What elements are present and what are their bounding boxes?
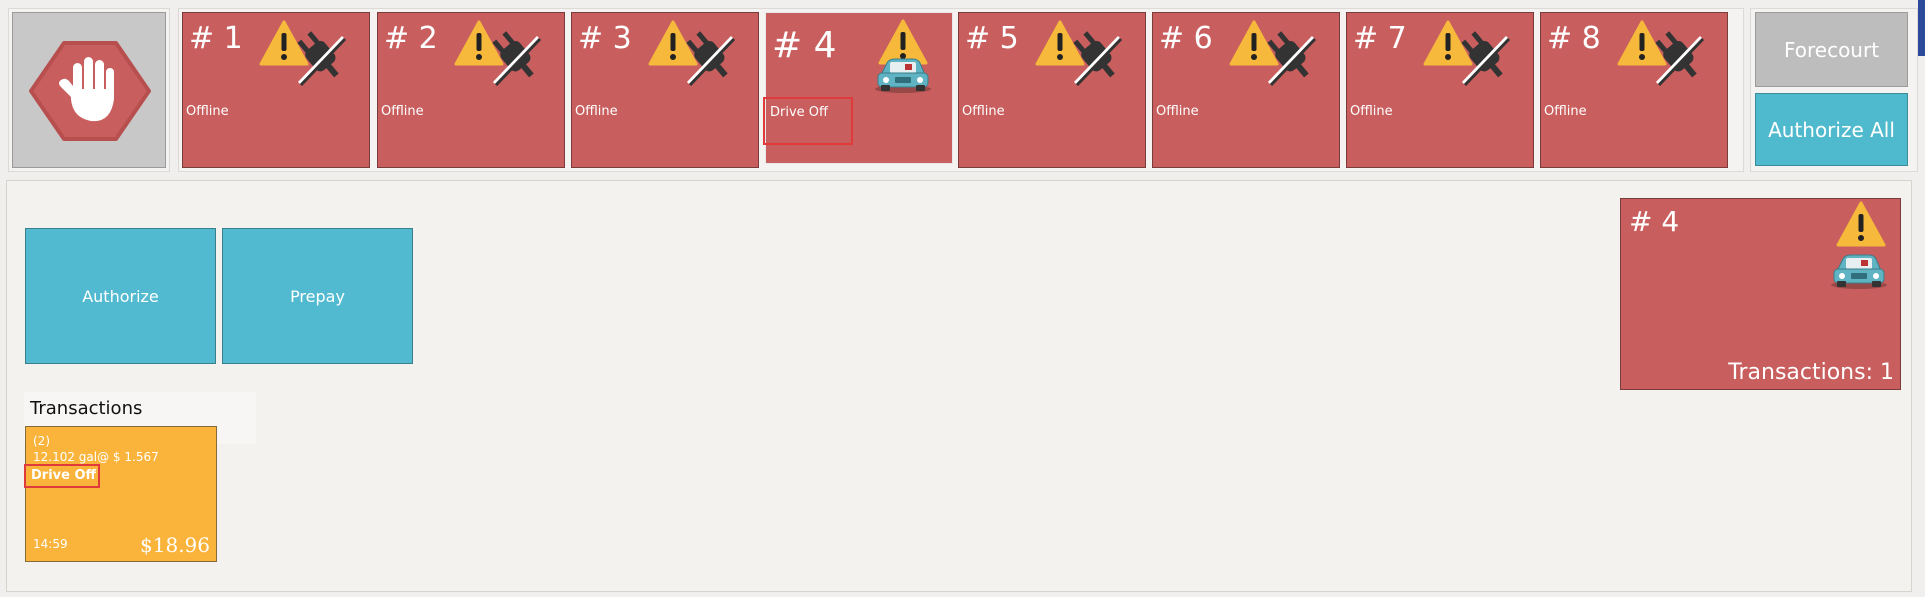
offline-warning-icon xyxy=(648,20,737,87)
pump-status: Offline xyxy=(1544,104,1587,119)
pump-status: Drive Off xyxy=(763,97,853,145)
pump-tile-4[interactable]: # 4 Drive Off xyxy=(763,12,953,164)
transaction-card[interactable]: (2) 12.102 gal@ $ 1.567 Drive Off 14:59 … xyxy=(24,426,217,562)
pump-number: # 4 xyxy=(772,25,837,66)
pump-tile-1[interactable]: # 1 Offline xyxy=(182,12,370,168)
pump-status: Offline xyxy=(1156,104,1199,119)
pump-tile-5[interactable]: # 5 Offline xyxy=(958,12,1146,168)
pump-tile-7[interactable]: # 7 Offline xyxy=(1346,12,1534,168)
transaction-status: Drive Off xyxy=(24,464,100,488)
pump-status: Offline xyxy=(381,104,424,119)
pump-status: Offline xyxy=(186,104,229,119)
pump-tile-3[interactable]: # 3 Offline xyxy=(571,12,759,168)
car-warning-icon xyxy=(1830,201,1888,290)
pump-number: # 3 xyxy=(578,21,632,56)
transaction-amount: $18.96 xyxy=(140,533,210,557)
pump-number: # 7 xyxy=(1353,21,1407,56)
offline-warning-icon xyxy=(1617,20,1706,87)
selected-pump-transactions: Transactions: 1 xyxy=(1728,360,1894,385)
pump-tile-2[interactable]: # 2 Offline xyxy=(377,12,565,168)
offline-warning-icon xyxy=(1229,20,1318,87)
window-edge xyxy=(1918,0,1925,56)
pump-status: Offline xyxy=(962,104,1005,119)
stop-hand-icon xyxy=(29,41,151,141)
forecourt-button[interactable]: Forecourt xyxy=(1755,12,1908,87)
pump-number: # 8 xyxy=(1547,21,1601,56)
pump-tile-6[interactable]: # 6 Offline xyxy=(1152,12,1340,168)
offline-warning-icon xyxy=(1423,20,1512,87)
transaction-time: 14:59 xyxy=(33,537,68,551)
offline-warning-icon xyxy=(1035,20,1124,87)
pump-status: Offline xyxy=(1350,104,1393,119)
pump-number: # 5 xyxy=(965,21,1019,56)
pump-status: Offline xyxy=(575,104,618,119)
pump-tile-8[interactable]: # 8 Offline xyxy=(1540,12,1728,168)
transaction-volume: 12.102 gal@ $ 1.567 xyxy=(33,450,159,464)
selected-pump-tile[interactable]: # 4 Transactions: 1 xyxy=(1620,198,1901,390)
selected-pump-number: # 4 xyxy=(1629,205,1680,238)
authorize-all-button[interactable]: Authorize All xyxy=(1755,93,1908,166)
prepay-button[interactable]: Prepay xyxy=(222,228,413,364)
car-warning-icon xyxy=(874,19,932,94)
transactions-title: Transactions xyxy=(30,398,143,419)
transaction-id: (2) xyxy=(33,434,50,448)
pump-number: # 6 xyxy=(1159,21,1213,56)
offline-warning-icon xyxy=(259,20,348,87)
authorize-button[interactable]: Authorize xyxy=(25,228,216,364)
offline-warning-icon xyxy=(454,20,543,87)
pump-number: # 2 xyxy=(384,21,438,56)
pump-number: # 1 xyxy=(189,21,243,56)
emergency-stop-button[interactable] xyxy=(12,12,166,168)
